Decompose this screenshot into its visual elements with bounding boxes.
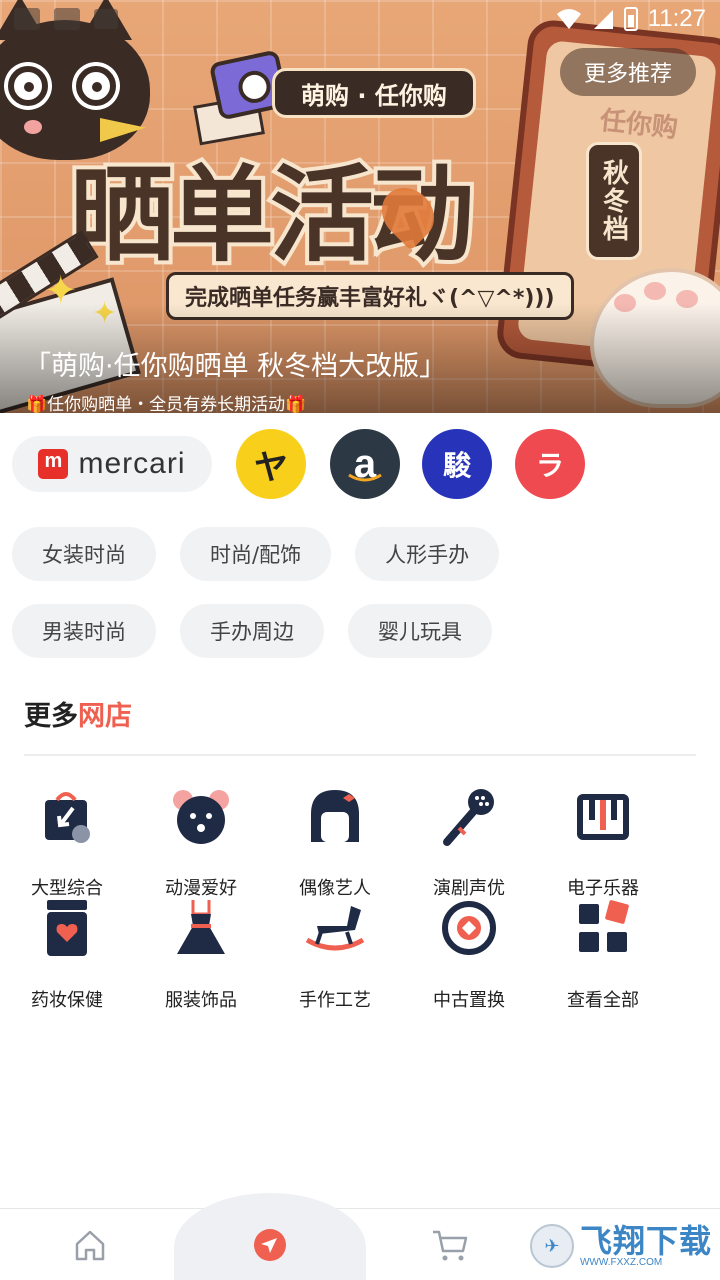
chip-figure-merch[interactable]: 手办周边 bbox=[180, 604, 324, 658]
shop-category-secondhand[interactable]: 中古置换 bbox=[402, 884, 536, 1011]
category-chip-row-1: 女装时尚 时尚/配饰 人形手办 bbox=[12, 527, 500, 581]
chip-men-fashion[interactable]: 男装时尚 bbox=[12, 604, 156, 658]
wifi-icon bbox=[556, 9, 581, 29]
store-surugaya[interactable]: 駿 bbox=[422, 429, 492, 499]
cart-icon bbox=[433, 1230, 468, 1261]
chip-baby-toys[interactable]: 婴儿玩具 bbox=[348, 604, 492, 658]
nav-cart[interactable] bbox=[428, 1223, 472, 1267]
home-icon bbox=[75, 1230, 105, 1261]
shop-category-idol[interactable]: 偶像艺人 bbox=[268, 772, 402, 899]
shop-category-label: 药妆保健 bbox=[31, 990, 103, 1011]
chip-fashion-accessories[interactable]: 时尚/配饰 bbox=[180, 527, 332, 581]
shop-category-label: 中古置换 bbox=[433, 990, 505, 1011]
shop-category-clothing[interactable]: 服装饰品 bbox=[134, 884, 268, 1011]
promo-banner[interactable]: 任你购 萌购 · 任你购 晒单活动 秋冬档 完成晒单任务赢丰富好礼ヾ(^▽^*)… bbox=[0, 0, 720, 413]
idol-icon bbox=[303, 784, 367, 848]
surugaya-logo-icon: 駿 bbox=[442, 450, 471, 481]
nav-discover[interactable] bbox=[248, 1223, 292, 1267]
banner-caption: 「萌购·任你购晒单 秋冬档大改版」 bbox=[24, 351, 447, 382]
shop-category-anime[interactable]: 动漫爱好 bbox=[134, 772, 268, 899]
watermark-logo-icon: ✈ bbox=[529, 1224, 574, 1268]
text-notification-icon bbox=[94, 9, 118, 29]
shopping-bag-icon bbox=[35, 784, 99, 848]
store-rakuma[interactable]: ラ bbox=[515, 429, 585, 499]
clock: 11:27 bbox=[647, 5, 706, 32]
site-watermark: ✈ 飞翔下载 WWW.FXXZ.COM bbox=[529, 1219, 712, 1273]
store-mercari[interactable]: mercari bbox=[12, 436, 212, 492]
shop-category-label: 查看全部 bbox=[567, 990, 639, 1011]
yahoo-auction-logo-icon: ヤ bbox=[254, 448, 288, 487]
piano-icon bbox=[571, 784, 635, 848]
shop-category-view-all[interactable]: 查看全部 bbox=[536, 884, 670, 1011]
category-chip-row-2: 男装时尚 手办周边 婴儿玩具 bbox=[12, 604, 492, 658]
watermark-text: 飞翔下载 bbox=[579, 1221, 712, 1260]
app-notification-icon bbox=[54, 8, 80, 30]
navigate-icon bbox=[254, 1229, 286, 1261]
amazon-smile-icon bbox=[348, 473, 382, 482]
more-recommend-button[interactable]: 更多推荐 bbox=[559, 48, 696, 96]
more-shops-title: 更多网店 bbox=[24, 694, 132, 733]
section-divider bbox=[24, 754, 696, 756]
bottom-nav: ✈ 飞翔下载 WWW.FXXZ.COM bbox=[0, 1193, 720, 1280]
mercari-logo-icon bbox=[38, 449, 69, 479]
mercari-label: mercari bbox=[78, 447, 186, 480]
shop-category-label: 服装饰品 bbox=[165, 990, 237, 1011]
store-logo-row: mercari ヤ a 駿 ラ bbox=[12, 428, 712, 500]
chip-figures[interactable]: 人形手办 bbox=[355, 527, 500, 581]
status-bar: 11:27 bbox=[0, 0, 720, 38]
banner-subcaption: 🎁任你购晒单・全员有券长期活动🎁 bbox=[26, 395, 307, 413]
rakuma-logo-icon: ラ bbox=[535, 450, 564, 481]
shop-category-electronics[interactable]: 电子乐器 bbox=[536, 772, 670, 899]
shop-category-handcraft[interactable]: 手作工艺 bbox=[268, 884, 402, 1011]
store-amazon[interactable]: a bbox=[330, 429, 400, 499]
banner-tag: 萌购 · 任你购 bbox=[272, 68, 476, 118]
more-shops-title-prefix: 更多 bbox=[24, 701, 78, 732]
dress-icon bbox=[169, 896, 233, 960]
grid-icon bbox=[571, 896, 635, 960]
rocking-horse-icon bbox=[303, 896, 367, 960]
season-badge: 秋冬档 bbox=[586, 142, 642, 260]
bear-icon bbox=[169, 784, 233, 848]
gallery-notification-icon bbox=[14, 8, 40, 30]
nav-home[interactable] bbox=[68, 1223, 112, 1267]
signal-icon bbox=[593, 10, 613, 29]
microphone-icon bbox=[437, 784, 501, 848]
phone-logo: 任你购 bbox=[598, 105, 680, 144]
chip-women-fashion[interactable]: 女装时尚 bbox=[12, 527, 156, 581]
shop-category-general[interactable]: 大型综合 bbox=[0, 772, 134, 899]
exchange-icon bbox=[437, 896, 501, 960]
shop-category-label: 手作工艺 bbox=[299, 990, 371, 1011]
shop-category-pharmacy[interactable]: 药妆保健 bbox=[0, 884, 134, 1011]
battery-icon bbox=[623, 7, 638, 31]
store-yahoo-auction[interactable]: ヤ bbox=[236, 429, 306, 499]
more-shops-title-accent: 网店 bbox=[78, 701, 132, 732]
shop-category-theater[interactable]: 演剧声优 bbox=[402, 772, 536, 899]
medicine-jar-icon bbox=[35, 896, 99, 960]
